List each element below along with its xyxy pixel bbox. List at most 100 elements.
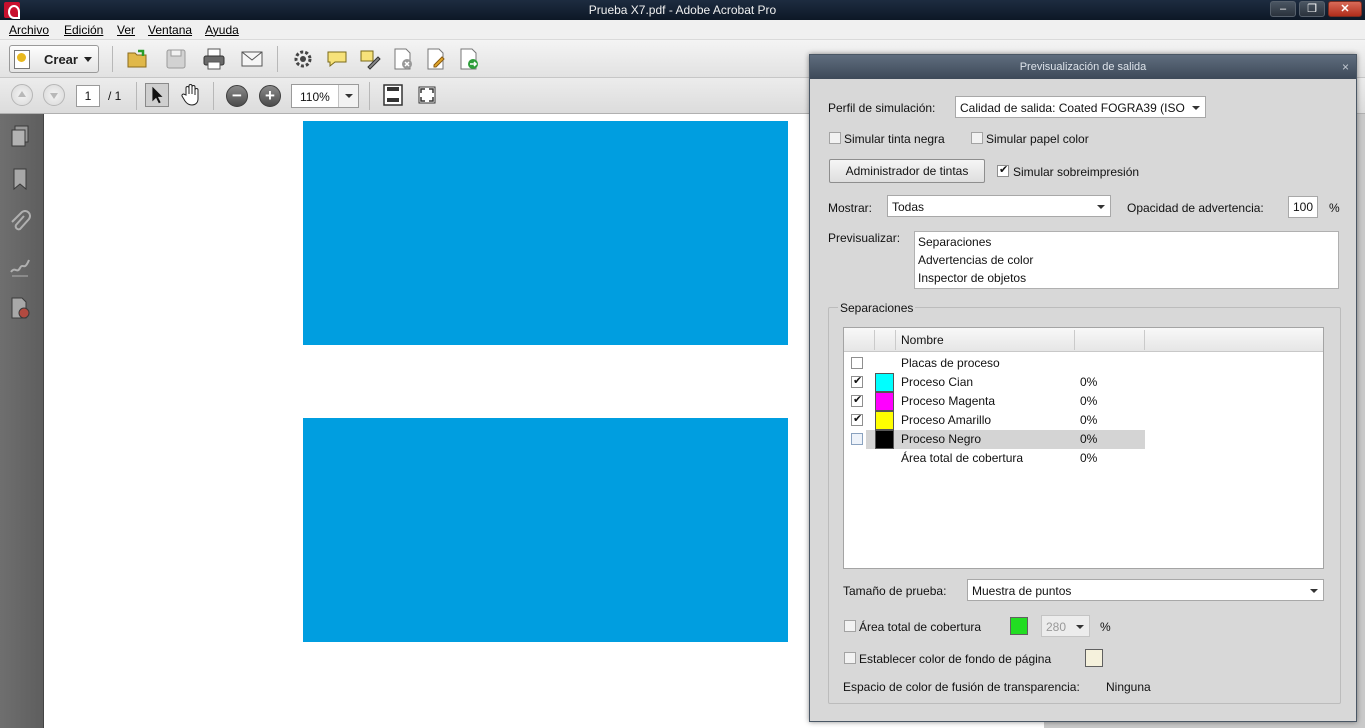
separation-checkbox[interactable] [851, 374, 863, 388]
percent-label: % [1100, 620, 1111, 634]
total-coverage-color-swatch[interactable] [1010, 617, 1028, 635]
column-divider [1074, 330, 1075, 350]
signatures-icon[interactable] [9, 254, 31, 278]
maximize-button[interactable]: ❐ [1299, 1, 1325, 17]
print-icon[interactable] [202, 47, 226, 71]
minimize-button[interactable]: ‒ [1270, 1, 1296, 17]
close-icon[interactable]: × [1342, 60, 1349, 74]
close-window-button[interactable]: ✕ [1328, 1, 1362, 17]
zoom-in-button[interactable]: + [259, 85, 281, 107]
email-icon[interactable] [240, 47, 264, 71]
simulation-profile-value: Calidad de salida: Coated FOGRA39 (ISO 1… [960, 101, 1190, 115]
simulate-paper-color-checkbox[interactable] [971, 132, 983, 144]
page-background-checkbox[interactable] [844, 652, 856, 664]
preview-mode-list[interactable]: Separaciones Advertencias de color Inspe… [914, 231, 1339, 289]
column-header-name[interactable]: Nombre [901, 333, 944, 347]
separations-table-header: Nombre [844, 328, 1323, 352]
simulate-black-ink-checkbox[interactable] [829, 132, 841, 144]
table-row[interactable]: Proceso Amarillo 0% [844, 411, 1323, 430]
blend-space-value: Ninguna [1106, 680, 1151, 694]
table-row[interactable]: Proceso Magenta 0% [844, 392, 1323, 411]
simulate-paper-color-label[interactable]: Simular papel color [986, 132, 1089, 146]
table-row[interactable]: Proceso Cian 0% [844, 373, 1323, 392]
highlight-text-icon[interactable] [358, 47, 382, 71]
separations-table[interactable]: Nombre Placas de proceso Proceso Cian 0%… [843, 327, 1324, 569]
page-background-label[interactable]: Establecer color de fondo de página [859, 652, 1051, 666]
preview-option-separations[interactable]: Separaciones [918, 235, 991, 249]
separation-name: Proceso Cian [901, 375, 974, 389]
chevron-down-icon[interactable] [1187, 97, 1205, 117]
simulate-black-ink-label[interactable]: Simular tinta negra [844, 132, 945, 146]
bookmarks-icon[interactable] [9, 167, 31, 191]
navigation-pane [0, 114, 44, 728]
simulate-overprint-label[interactable]: Simular sobreimpresión [1013, 165, 1139, 179]
page-background-color-swatch[interactable] [1085, 649, 1103, 667]
toolbar-divider [213, 82, 214, 110]
chevron-down-icon[interactable] [1305, 580, 1323, 600]
menu-ayuda[interactable]: Ayuda [205, 23, 239, 37]
cyan-rectangle [303, 121, 788, 345]
simulate-overprint-checkbox[interactable] [997, 163, 1009, 177]
menu-archivo[interactable]: Archivo [9, 23, 49, 37]
cyan-rectangle [303, 418, 788, 642]
zoom-value: 110% [300, 90, 330, 104]
zoom-out-button[interactable]: − [226, 85, 248, 107]
security-icon[interactable] [9, 296, 31, 320]
menu-edicion[interactable]: Edición [64, 23, 103, 37]
create-button[interactable]: Crear [9, 45, 99, 73]
title-bar: Prueba X7.pdf - Adobe Acrobat Pro ‒ ❐ ✕ [0, 0, 1365, 20]
column-divider [874, 330, 875, 350]
preview-option-color-warnings[interactable]: Advertencias de color [918, 253, 1033, 267]
select-tool-icon[interactable] [145, 83, 169, 107]
table-row[interactable]: Área total de cobertura 0% [844, 449, 1323, 468]
separation-name: Proceso Magenta [901, 394, 996, 408]
toolbar-divider [369, 82, 370, 110]
separation-name: Proceso Amarillo [901, 413, 992, 427]
chevron-down-icon[interactable] [1071, 616, 1089, 636]
total-coverage-checkbox[interactable] [844, 620, 856, 632]
blend-space-label: Espacio de color de fusión de transparen… [843, 680, 1080, 694]
gear-icon[interactable] [291, 47, 315, 71]
attachments-icon[interactable] [9, 210, 31, 234]
simulation-profile-select[interactable]: Calidad de salida: Coated FOGRA39 (ISO 1… [955, 96, 1206, 118]
table-row[interactable]: Proceso Negro 0% [844, 430, 1323, 449]
open-folder-icon[interactable] [126, 47, 150, 71]
percent-label: % [1329, 201, 1340, 215]
page-number-input[interactable]: 1 [76, 85, 100, 107]
hand-tool-icon[interactable] [179, 83, 203, 107]
zoom-select[interactable]: 110% [291, 84, 359, 108]
simulation-profile-label: Perfil de simulación: [828, 101, 936, 115]
chevron-down-icon[interactable] [1092, 196, 1110, 216]
separation-checkbox[interactable] [851, 433, 863, 445]
sample-size-select[interactable]: Muestra de puntos [967, 579, 1324, 601]
full-screen-icon[interactable] [415, 83, 439, 107]
menu-ventana[interactable]: Ventana [148, 23, 192, 37]
separation-name: Proceso Negro [901, 432, 982, 446]
dialog-title-bar: Previsualización de salida × [810, 55, 1356, 79]
show-select[interactable]: Todas [887, 195, 1111, 217]
delete-page-icon[interactable] [391, 47, 415, 71]
table-row[interactable]: Placas de proceso [844, 354, 1323, 373]
page-thumbnails-icon[interactable] [9, 124, 31, 148]
total-coverage-select[interactable]: 280 [1041, 615, 1090, 637]
warning-opacity-label: Opacidad de advertencia: [1127, 201, 1264, 215]
show-value: Todas [892, 200, 925, 214]
show-label: Mostrar: [828, 201, 873, 215]
comment-icon[interactable] [325, 47, 349, 71]
separation-checkbox[interactable] [851, 357, 863, 369]
export-document-icon[interactable] [457, 47, 481, 71]
previous-page-icon[interactable] [11, 84, 33, 106]
column-divider [895, 330, 896, 350]
separation-checkbox[interactable] [851, 393, 863, 407]
menu-ver[interactable]: Ver [117, 23, 135, 37]
total-coverage-label[interactable]: Área total de cobertura [859, 620, 981, 634]
edit-document-icon[interactable] [424, 47, 448, 71]
preview-option-object-inspector[interactable]: Inspector de objetos [918, 271, 1026, 285]
ink-manager-button[interactable]: Administrador de tintas [829, 159, 985, 183]
fit-page-icon[interactable] [381, 83, 405, 107]
separation-checkbox[interactable] [851, 412, 863, 426]
next-page-icon[interactable] [43, 84, 65, 106]
chevron-down-icon[interactable] [338, 85, 358, 107]
save-icon[interactable] [164, 47, 188, 71]
warning-opacity-input[interactable]: 100 [1288, 196, 1318, 218]
